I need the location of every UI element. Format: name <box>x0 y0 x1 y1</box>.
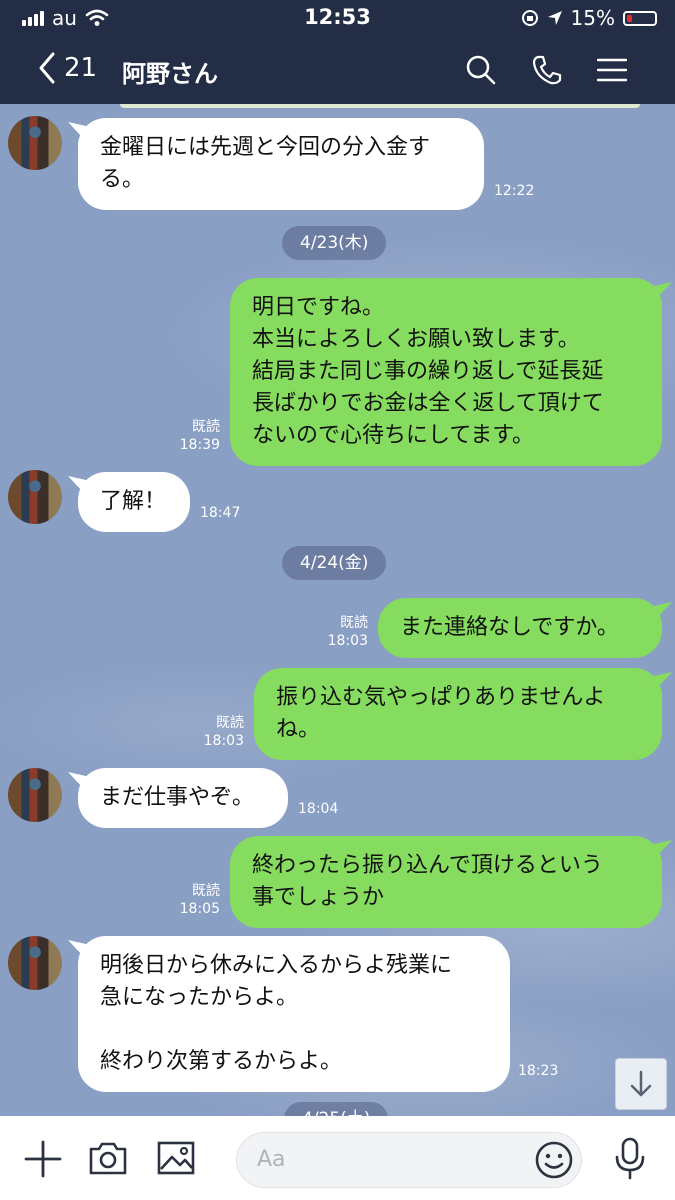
previous-message-edge <box>120 104 640 108</box>
composer-bar: Aa <box>0 1116 675 1200</box>
message-time: 18:03 <box>327 633 368 649</box>
read-receipt: 既読 <box>192 883 220 899</box>
status-bar: au 12:53 15% <box>0 0 675 34</box>
message-time: 18:39 <box>179 437 220 453</box>
avatar[interactable] <box>8 470 62 524</box>
message-time: 18:03 <box>203 733 244 749</box>
message-time: 18:05 <box>179 901 220 917</box>
chat-title: 阿野さん <box>122 60 218 88</box>
menu-icon[interactable] <box>597 58 627 82</box>
plus-icon[interactable] <box>24 1140 62 1178</box>
date-separator: 4/23(木) <box>282 226 387 260</box>
image-icon[interactable] <box>156 1140 196 1176</box>
battery-icon <box>623 10 657 26</box>
read-receipt: 既読 <box>216 715 244 731</box>
read-receipt: 既読 <box>340 615 368 631</box>
message-bubble-outgoing[interactable]: また連絡なしですか。 <box>378 598 662 658</box>
message-time: 18:23 <box>518 1063 559 1079</box>
chat-area[interactable]: 金曜日には先週と今回の分入金す る。 12:22 4/23(木) 既読 18:3… <box>0 104 675 1116</box>
avatar[interactable] <box>8 768 62 822</box>
avatar[interactable] <box>8 936 62 990</box>
search-icon[interactable] <box>465 54 497 86</box>
arrow-down-icon <box>630 1070 652 1097</box>
chat-header: 21 阿野さん <box>0 34 675 104</box>
message-input[interactable]: Aa <box>236 1132 582 1188</box>
message-bubble-incoming[interactable]: 金曜日には先週と今回の分入金す る。 <box>78 118 484 210</box>
message-bubble-outgoing[interactable]: 振り込む気やっぱりありませんよ ね。 <box>254 668 662 760</box>
location-icon <box>547 11 562 25</box>
scroll-down-button[interactable] <box>615 1058 667 1110</box>
read-receipt: 既読 <box>192 419 220 435</box>
battery-percent: 15% <box>570 6 615 30</box>
mic-icon[interactable] <box>612 1136 648 1182</box>
message-bubble-outgoing[interactable]: 終わったら振り込んで頂けるという 事でしょうか <box>230 836 662 928</box>
camera-icon[interactable] <box>88 1140 128 1176</box>
lock-rotation-icon <box>521 10 538 26</box>
message-bubble-incoming[interactable]: 了解！ <box>78 472 190 532</box>
phone-icon[interactable] <box>531 54 563 86</box>
message-bubble-incoming[interactable]: まだ仕事やぞ。 <box>78 768 288 828</box>
date-separator: 4/24(金) <box>282 546 387 580</box>
back-button[interactable]: 21 <box>38 52 97 84</box>
message-time: 18:04 <box>298 801 339 817</box>
message-time: 18:47 <box>200 505 241 521</box>
message-bubble-outgoing[interactable]: 明日ですね。 本当によろしくお願い致します。 結局また同じ事の繰り返しで延長延 … <box>230 278 662 466</box>
message-time: 12:22 <box>494 183 535 199</box>
unread-count: 21 <box>64 53 98 83</box>
avatar[interactable] <box>8 116 62 170</box>
back-chevron-icon <box>39 52 55 84</box>
message-bubble-incoming[interactable]: 明後日から休みに入るからよ残業に 急になったからよ。 終わり次第するからよ。 <box>78 936 510 1092</box>
emoji-icon[interactable] <box>534 1140 574 1180</box>
date-separator: 4/25(土) <box>284 1102 389 1116</box>
